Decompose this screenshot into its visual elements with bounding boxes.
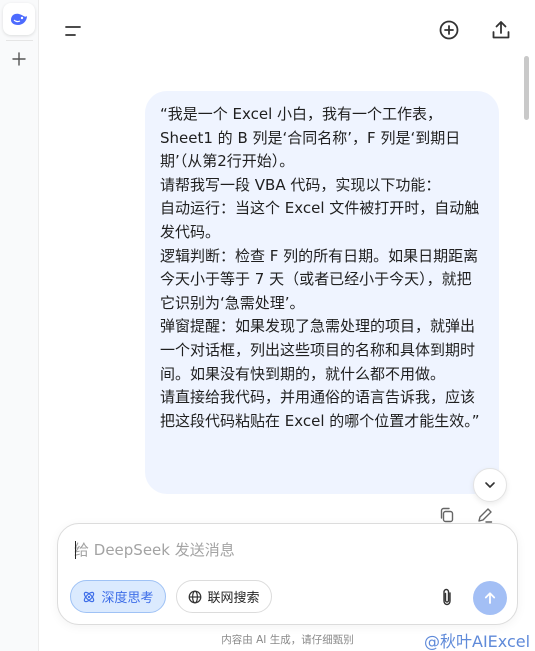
watermark-text: @秋叶AIExcel: [424, 632, 531, 651]
text-caret: [75, 541, 76, 559]
message-line: “我是一个 Excel 小白，我有一个工作表，Sheet1 的 B 列是‘合同名…: [160, 105, 461, 171]
deepseek-logo-icon[interactable]: [3, 3, 35, 35]
plus-icon[interactable]: [8, 48, 30, 70]
rail-divider: [6, 40, 33, 41]
user-message-bubble: “我是一个 Excel 小白，我有一个工作表，Sheet1 的 B 列是‘合同名…: [145, 91, 499, 494]
message-line: 逻辑判断：检查 F 列的所有日期。如果日期距离今天小于等于 7 天（或者已经小于…: [160, 246, 479, 312]
message-input[interactable]: [74, 538, 494, 562]
scroll-to-bottom-button[interactable]: [473, 468, 507, 502]
message-line: 请帮我写一段 VBA 代码，实现以下功能：: [160, 175, 441, 194]
edit-pencil-icon[interactable]: [475, 505, 495, 525]
web-search-button[interactable]: 联网搜索: [176, 580, 272, 613]
web-search-label: 联网搜索: [207, 591, 260, 606]
copy-icon[interactable]: [437, 505, 457, 525]
sidebar-toggle-icon[interactable]: [61, 20, 85, 42]
message-line: 弹窗提醒：如果发现了急需处理的项目，就弹出一个对话框，列出这些项目的名称和具体到…: [160, 317, 476, 383]
chat-app: “我是一个 Excel 小白，我有一个工作表，Sheet1 的 B 列是‘合同名…: [0, 0, 535, 651]
arrow-up-icon: [484, 592, 496, 604]
send-button[interactable]: [473, 581, 507, 615]
left-rail: [0, 0, 39, 651]
deep-think-label: 深度思考: [101, 591, 154, 606]
scrollbar-thumb[interactable]: [524, 56, 529, 120]
share-icon[interactable]: [489, 18, 513, 42]
message-composer: 深度思考 联网搜索: [57, 523, 518, 625]
message-line: 自动运行：当这个 Excel 文件被打开时，自动触发代码。: [160, 199, 480, 241]
paperclip-icon[interactable]: [436, 584, 458, 610]
new-chat-icon[interactable]: [437, 18, 461, 42]
message-line: 请直接给我代码，并用通俗的语言告诉我，应该把这段代码粘贴在 Excel 的哪个位…: [160, 388, 480, 430]
atom-icon: [84, 591, 95, 602]
globe-icon: [189, 590, 202, 603]
deep-think-button[interactable]: 深度思考: [70, 580, 166, 613]
chevron-down-icon: [485, 482, 495, 488]
